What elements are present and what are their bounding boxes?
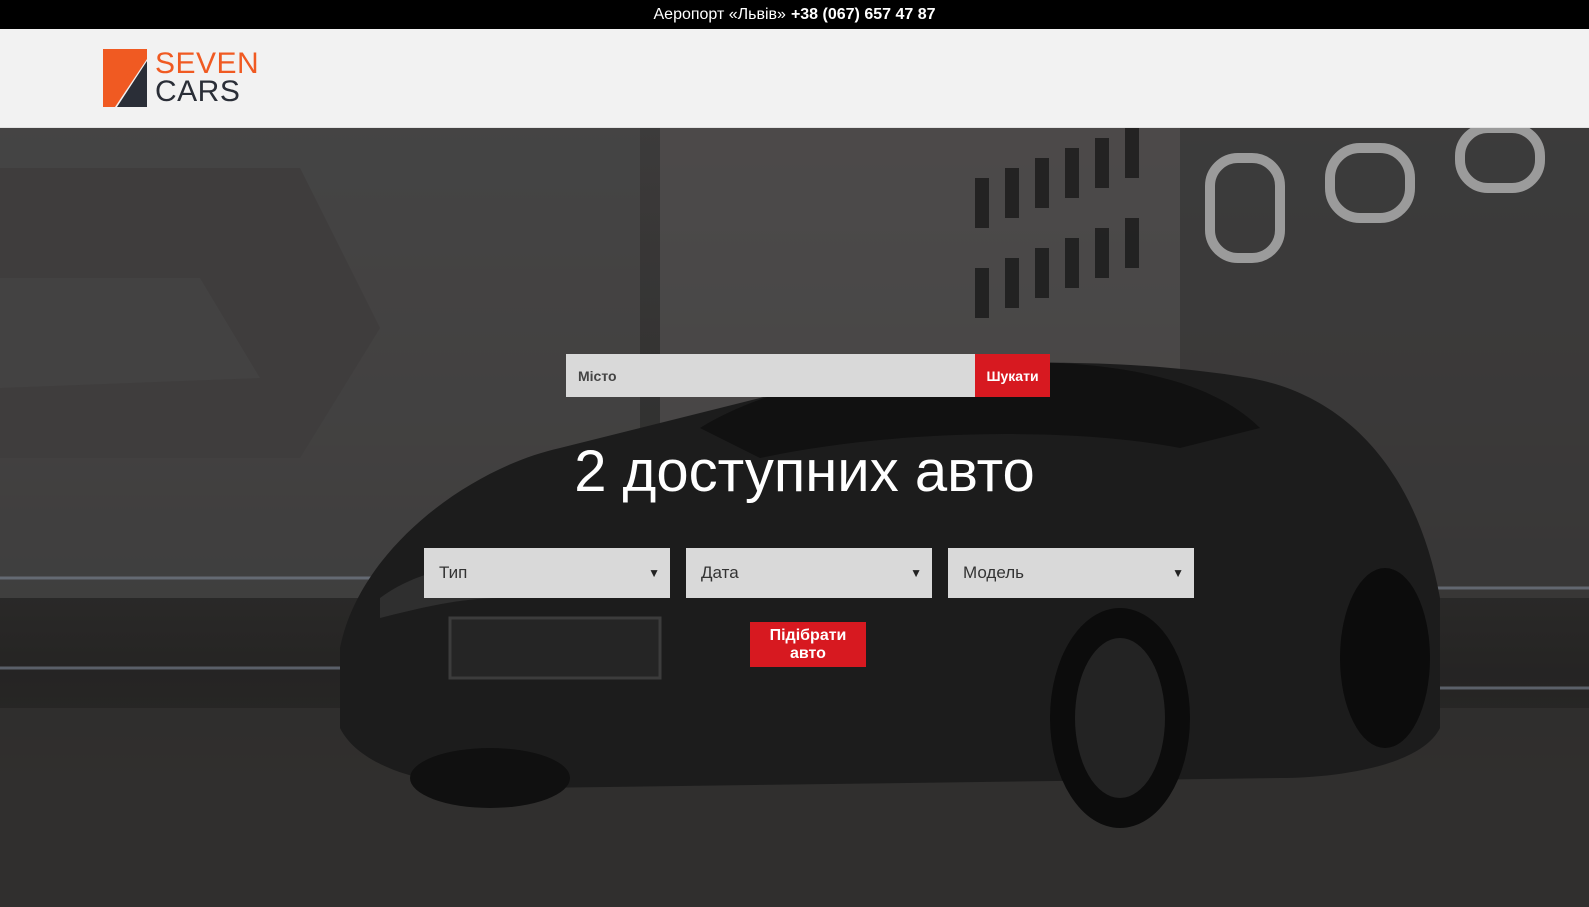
type-select[interactable]: Тип ▼ <box>424 548 670 598</box>
available-cars-heading: 2 доступних авто <box>574 439 1035 504</box>
top-bar: Аеропорт «Львів» +38 (067) 657 47 87 <box>0 0 1589 29</box>
phone-link[interactable]: +38 (067) 657 47 87 <box>791 6 936 24</box>
pick-car-button[interactable]: Підібрати авто <box>750 622 866 667</box>
location-text: Аеропорт «Львів» <box>653 5 786 23</box>
model-select-value: Модель <box>963 563 1025 582</box>
chevron-down-icon: ▼ <box>648 566 660 580</box>
logo-text: SEVEN CARS <box>155 47 260 108</box>
filter-row: Тип ▼ Дата ▼ Модель ▼ <box>424 548 1194 598</box>
chevron-down-icon: ▼ <box>1172 566 1184 580</box>
hero-background-image <box>0 128 1589 907</box>
city-search: Шукати <box>566 354 1050 397</box>
date-select-value: Дата <box>701 563 739 582</box>
logo-word-cars: CARS <box>155 75 241 108</box>
site-header: SEVEN CARS <box>0 29 1589 128</box>
date-select[interactable]: Дата ▼ <box>686 548 932 598</box>
city-search-input[interactable] <box>566 354 975 397</box>
hero-section: Шукати 2 доступних авто Тип ▼ Дата ▼ Мод… <box>0 128 1589 907</box>
logo[interactable]: SEVEN CARS <box>103 47 259 109</box>
model-select[interactable]: Модель ▼ <box>948 548 1194 598</box>
type-select-value: Тип <box>439 563 468 582</box>
seven-logo-icon <box>103 49 147 107</box>
logo-word-seven: SEVEN <box>155 47 260 80</box>
search-button[interactable]: Шукати <box>975 354 1050 397</box>
chevron-down-icon: ▼ <box>910 566 922 580</box>
